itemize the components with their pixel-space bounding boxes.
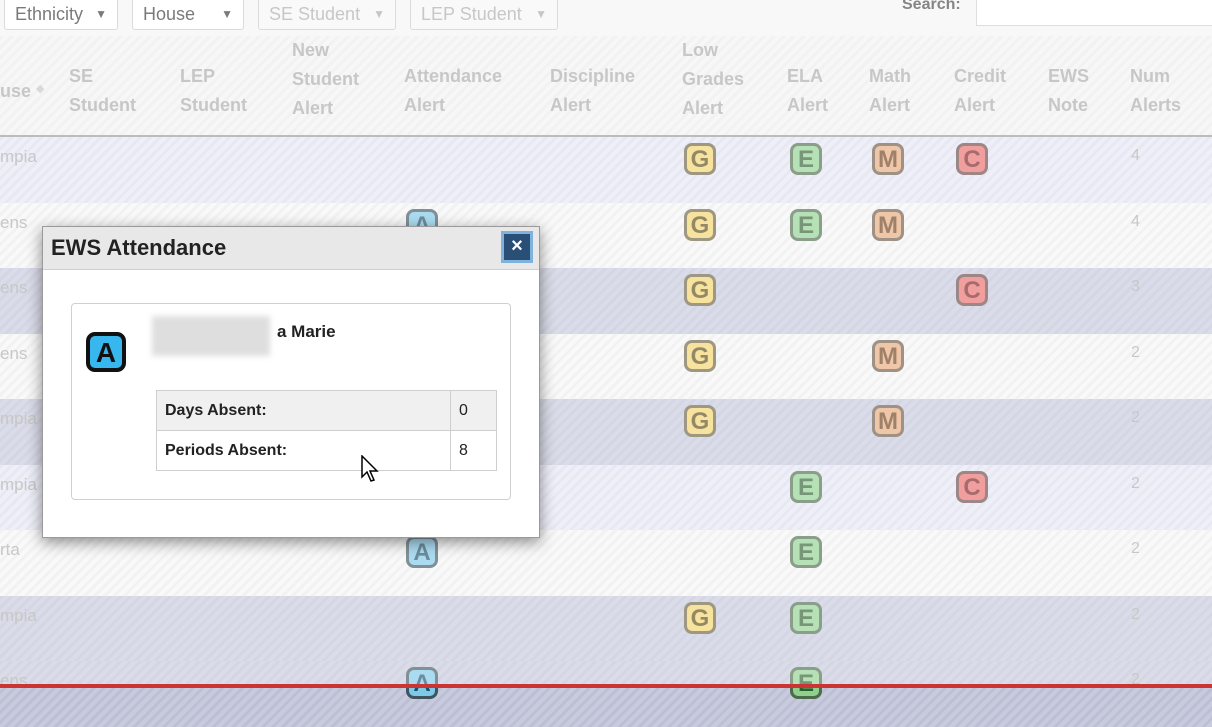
table-row: Days Absent: 0 <box>156 390 497 431</box>
close-button[interactable]: × <box>501 231 533 263</box>
dialog-title: EWS Attendance <box>51 235 227 260</box>
periods-absent-label: Periods Absent: <box>156 430 451 471</box>
attendance-alert-icon: A <box>86 332 126 372</box>
table-row: Periods Absent: 8 <box>156 430 497 471</box>
periods-absent-value: 8 <box>450 430 497 471</box>
attendance-detail-panel: A a Marie Days Absent: 0 Periods Absent:… <box>71 303 511 500</box>
close-icon: × <box>511 235 523 257</box>
redacted-name-blur <box>152 316 270 356</box>
student-name: a Marie <box>277 322 336 341</box>
dialog-header: EWS Attendance × <box>43 227 539 270</box>
days-absent-label: Days Absent: <box>156 390 451 431</box>
attendance-stats-table: Days Absent: 0 Periods Absent: 8 <box>156 390 497 471</box>
ews-attendance-dialog: EWS Attendance × A a Marie Days Absent: … <box>42 226 540 538</box>
mouse-cursor-icon <box>361 455 379 482</box>
bottom-accent-line <box>0 684 1212 688</box>
days-absent-value: 0 <box>450 390 497 431</box>
